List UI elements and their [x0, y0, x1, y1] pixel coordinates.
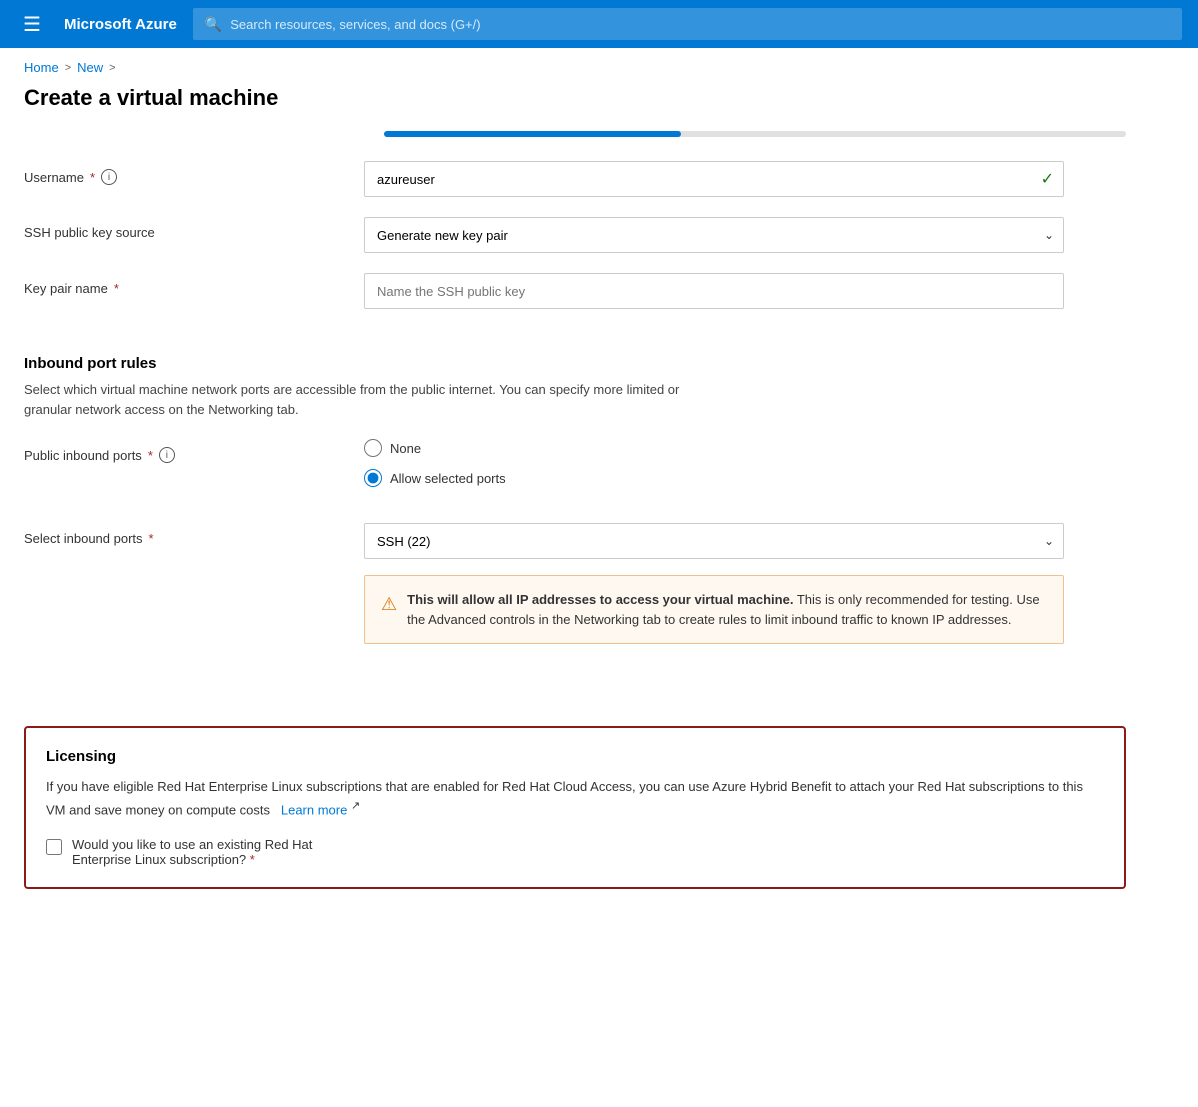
radio-none-item[interactable]: None — [364, 439, 1064, 457]
hamburger-menu[interactable]: ☰ — [16, 12, 48, 37]
breadcrumb-home[interactable]: Home — [24, 60, 59, 75]
select-inbound-dropdown-wrapper: SSH (22) ⌄ — [364, 523, 1064, 559]
username-row: Username * i ✓ — [24, 161, 1126, 197]
radio-allow-item[interactable]: Allow selected ports — [364, 469, 1064, 487]
username-required: * — [90, 170, 95, 185]
key-pair-control — [364, 273, 1064, 309]
key-pair-row: Key pair name * — [24, 273, 1126, 309]
radio-allow-label: Allow selected ports — [390, 471, 506, 486]
key-pair-label: Key pair name * — [24, 273, 364, 296]
ssh-source-control: Generate new key pair ⌄ — [364, 217, 1064, 253]
radio-allow-input[interactable] — [364, 469, 382, 487]
select-inbound-dropdown[interactable]: SSH (22) — [364, 523, 1064, 559]
learn-more-link[interactable]: Learn more — [281, 802, 347, 817]
licensing-description-text: If you have eligible Red Hat Enterprise … — [46, 779, 1083, 817]
username-info-icon[interactable]: i — [101, 169, 117, 185]
key-pair-required: * — [114, 281, 119, 296]
breadcrumb: Home > New > — [0, 48, 1198, 81]
checkbox-label: Would you like to use an existing Red Ha… — [72, 837, 312, 867]
username-input-wrapper: ✓ — [364, 161, 1064, 197]
brand-name: Microsoft Azure — [64, 16, 177, 33]
public-inbound-info-icon[interactable]: i — [159, 447, 175, 463]
checkbox-required: * — [250, 852, 255, 867]
radio-none-input[interactable] — [364, 439, 382, 457]
hamburger-icon: ☰ — [23, 12, 41, 37]
warning-icon: ⚠ — [381, 591, 397, 629]
warning-text: This will allow all IP addresses to acce… — [407, 590, 1047, 629]
breadcrumb-sep1: > — [65, 62, 71, 74]
external-link-icon: ↗ — [351, 800, 360, 812]
public-inbound-label: Public inbound ports * i — [24, 439, 364, 463]
radio-none-label: None — [390, 441, 421, 456]
licensing-box: Licensing If you have eligible Red Hat E… — [24, 726, 1126, 889]
main-content: Username * i ✓ SSH public key source Gen… — [0, 131, 1150, 929]
key-pair-input[interactable] — [364, 273, 1064, 309]
username-label: Username * i — [24, 161, 364, 185]
warning-text-bold: This will allow all IP addresses to acce… — [407, 592, 793, 607]
radio-group: None Allow selected ports — [364, 439, 1064, 487]
key-pair-input-wrapper — [364, 273, 1064, 309]
inbound-section-heading: Inbound port rules — [24, 355, 1126, 372]
ssh-source-row: SSH public key source Generate new key p… — [24, 217, 1126, 253]
search-icon: 🔍 — [205, 16, 222, 33]
username-input[interactable] — [364, 161, 1064, 197]
breadcrumb-new[interactable]: New — [77, 60, 103, 75]
public-inbound-required: * — [148, 448, 153, 463]
breadcrumb-sep2: > — [109, 62, 115, 74]
licensing-title: Licensing — [46, 748, 1104, 765]
progress-bar-container — [384, 131, 1126, 137]
checkbox-label-line2: Enterprise Linux subscription? — [72, 852, 246, 867]
inbound-description: Select which virtual machine network por… — [24, 380, 724, 419]
page-title: Create a virtual machine — [0, 81, 1198, 131]
select-inbound-required: * — [149, 531, 154, 546]
username-control: ✓ — [364, 161, 1064, 197]
ssh-source-dropdown[interactable]: Generate new key pair — [364, 217, 1064, 253]
search-bar: 🔍 — [193, 8, 1182, 40]
ssh-source-label: SSH public key source — [24, 217, 364, 240]
select-inbound-label: Select inbound ports * — [24, 523, 364, 546]
checkbox-row: Would you like to use an existing Red Ha… — [46, 837, 1104, 867]
check-icon: ✓ — [1041, 169, 1054, 189]
ssh-source-dropdown-wrapper: Generate new key pair ⌄ — [364, 217, 1064, 253]
licensing-description: If you have eligible Red Hat Enterprise … — [46, 777, 1104, 821]
public-inbound-row: Public inbound ports * i None Allow sele… — [24, 439, 1126, 487]
select-inbound-row: Select inbound ports * SSH (22) ⌄ ⚠ This… — [24, 523, 1126, 644]
redhat-checkbox[interactable] — [46, 839, 62, 855]
checkbox-label-line1: Would you like to use an existing Red Ha… — [72, 837, 312, 852]
navbar: ☰ Microsoft Azure 🔍 — [0, 0, 1198, 48]
warning-box-inner: ⚠ This will allow all IP addresses to ac… — [381, 590, 1047, 629]
progress-bar-fill — [384, 131, 681, 137]
public-inbound-control: None Allow selected ports — [364, 439, 1064, 487]
warning-box: ⚠ This will allow all IP addresses to ac… — [364, 575, 1064, 644]
search-input[interactable] — [230, 17, 1170, 32]
select-inbound-control: SSH (22) ⌄ ⚠ This will allow all IP addr… — [364, 523, 1064, 644]
